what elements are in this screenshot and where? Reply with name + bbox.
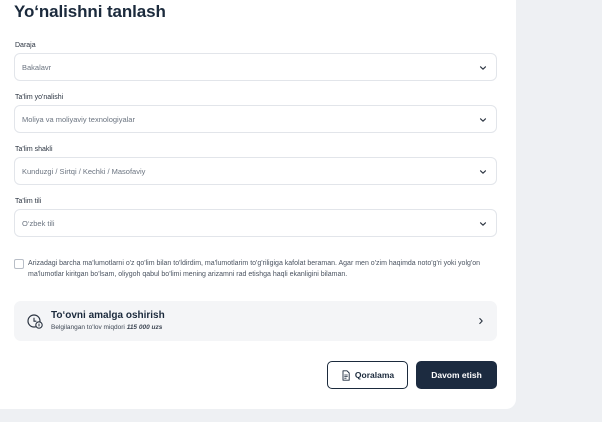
payment-amount: 115 000 uzs xyxy=(126,324,163,331)
money-clock-icon xyxy=(27,314,43,329)
level-value: Bakalavr xyxy=(22,63,52,72)
language-select[interactable]: O‘zbek tili xyxy=(14,209,497,237)
direction-label: Ta'lim yo'nalishi xyxy=(15,94,64,101)
document-icon xyxy=(342,369,350,381)
payment-subtitle: Belgilangan to'lov miqdori 115 000 uzs xyxy=(51,324,162,331)
study-form-value: Kunduzgi / Sirtqi / Kechki / Masofaviy xyxy=(22,167,146,176)
study-form-label: Ta'lim shakli xyxy=(15,146,53,153)
language-label: Ta'lim tili xyxy=(15,198,42,205)
chevron-right-icon xyxy=(479,317,483,325)
payment-card[interactable]: To‘ovni amalga oshirish Belgilangan to'l… xyxy=(14,301,497,341)
chevron-down-icon xyxy=(479,66,487,70)
language-value: O‘zbek tili xyxy=(22,219,55,228)
study-form-select[interactable]: Kunduzgi / Sirtqi / Kechki / Masofaviy xyxy=(14,157,497,185)
consent-checkbox[interactable] xyxy=(14,259,24,269)
page-title: Yo‘nalishni tanlash xyxy=(14,2,166,21)
continue-button[interactable]: Davom etish xyxy=(416,361,497,389)
direction-select[interactable]: Moliya va moliyaviy texnologiyalar xyxy=(14,105,497,133)
level-select[interactable]: Bakalavr xyxy=(14,53,497,81)
payment-title: To‘ovni amalga oshirish xyxy=(51,310,165,321)
draft-button[interactable]: Qoralama xyxy=(327,361,408,389)
consent-text: Arizadagi barcha ma'lumotlarni o'z qo'li… xyxy=(28,260,481,278)
direction-value: Moliya va moliyaviy texnologiyalar xyxy=(22,115,135,124)
chevron-down-icon xyxy=(479,222,487,226)
chevron-down-icon xyxy=(479,170,487,174)
chevron-down-icon xyxy=(479,118,487,122)
continue-button-label: Davom etish xyxy=(431,370,482,380)
level-label: Daraja xyxy=(15,42,36,49)
form-card: Yo‘nalishni tanlash Daraja Bakalavr Ta'l… xyxy=(0,0,516,409)
payment-subtitle-prefix: Belgilangan to'lov miqdori xyxy=(51,324,125,331)
draft-button-label: Qoralama xyxy=(354,370,395,380)
